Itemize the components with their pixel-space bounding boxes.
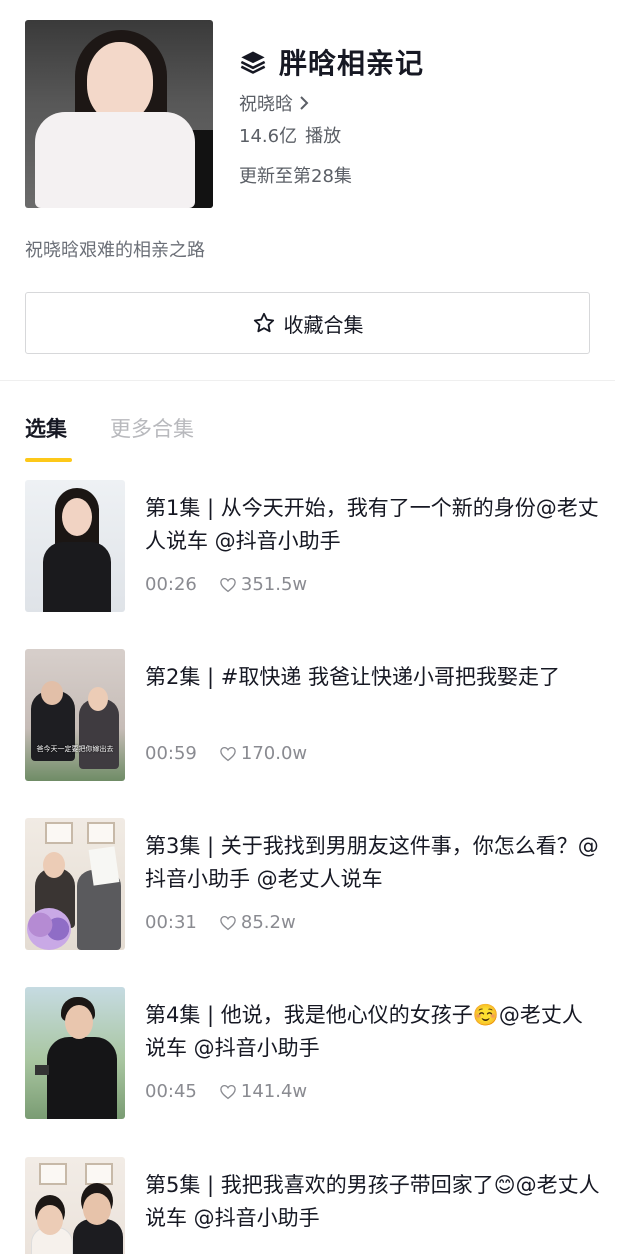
episode-thumbnail: 爸今天一定要把你嫁出去: [25, 649, 125, 781]
play-count-label: 播放: [305, 126, 342, 147]
layers-icon: [240, 51, 266, 74]
series-cover-image: [25, 20, 213, 208]
favorite-collection-label: 收藏合集: [283, 312, 364, 337]
series-description: 祝晓晗艰难的相亲之路: [25, 240, 205, 261]
episode-meta: 00:26 351.5w: [145, 574, 307, 595]
episode-like-count: 170.0w: [240, 743, 308, 764]
episode-meta: 00:31 85.2w: [145, 912, 296, 933]
episode-title: 第3集 | 关于我找到男朋友这件事，你怎么看？@抖音小助手 @老丈人说车: [145, 834, 599, 891]
episode-thumbnail: [25, 818, 125, 950]
episode-thumbnail: [25, 987, 125, 1119]
active-tab-indicator: [25, 458, 72, 462]
episode-item[interactable]: 第4集 | 他说，我是他心仪的女孩子☺️@老丈人说车 @抖音小助手 00:45 …: [25, 987, 615, 1119]
chevron-right-icon: [300, 96, 309, 110]
episode-title: 第4集 | 他说，我是他心仪的女孩子☺️@老丈人说车 @抖音小助手: [145, 1003, 583, 1060]
episode-meta: 00:59 170.0w: [145, 743, 307, 764]
episode-item[interactable]: 第5集 | 我把我喜欢的男孩子带回家了😊@老丈人说车 @抖音小助手: [25, 1157, 615, 1254]
author-link[interactable]: 祝晓晗: [239, 90, 309, 116]
update-status: 更新至第28集: [239, 166, 352, 187]
tab-episodes[interactable]: 选集: [25, 413, 67, 443]
episode-duration: 00:26: [145, 574, 197, 595]
episode-item[interactable]: 爸今天一定要把你嫁出去 第2集 | #取快递 我爸让快递小哥把我娶走了 00:5…: [25, 649, 615, 781]
episode-meta: 00:45 141.4w: [145, 1081, 307, 1102]
episode-item[interactable]: 第1集 | 从今天开始，我有了一个新的身份@老丈人说车 @抖音小助手 00:26…: [25, 480, 615, 612]
tab-more-collections[interactable]: 更多合集: [110, 413, 194, 443]
favorite-collection-button[interactable]: 收藏合集: [25, 292, 590, 354]
play-count: 14.6亿 播放: [239, 122, 341, 148]
episode-likes: 141.4w: [219, 1081, 307, 1102]
play-count-value: 14.6亿: [239, 126, 298, 147]
episode-title: 第2集 | #取快递 我爸让快递小哥把我娶走了: [145, 665, 561, 689]
episode-likes: 85.2w: [219, 912, 296, 933]
heart-icon: [220, 577, 236, 592]
episode-title: 第5集 | 我把我喜欢的男孩子带回家了😊@老丈人说车 @抖音小助手: [145, 1173, 600, 1230]
episode-thumbnail: [25, 480, 125, 612]
author-name: 祝晓晗: [239, 94, 293, 115]
heart-icon: [220, 915, 236, 930]
episode-likes: 170.0w: [219, 743, 307, 764]
heart-icon: [220, 1084, 236, 1099]
episode-like-count: 85.2w: [240, 912, 296, 933]
section-divider: [0, 380, 615, 381]
episode-like-count: 141.4w: [240, 1081, 308, 1102]
series-title-row: 胖晗相亲记: [239, 42, 424, 82]
episode-item[interactable]: 第3集 | 关于我找到男朋友这件事，你怎么看？@抖音小助手 @老丈人说车 00:…: [25, 818, 615, 950]
thumbnail-caption: 爸今天一定要把你嫁出去: [36, 745, 114, 753]
episode-likes: 351.5w: [219, 574, 307, 595]
series-title: 胖晗相亲记: [279, 47, 425, 80]
heart-icon: [220, 746, 236, 761]
episode-duration: 00:59: [145, 743, 197, 764]
episode-thumbnail: [25, 1157, 125, 1254]
episode-like-count: 351.5w: [240, 574, 308, 595]
episode-duration: 00:45: [145, 1081, 197, 1102]
episode-duration: 00:31: [145, 912, 197, 933]
star-icon: [253, 312, 274, 333]
episode-title: 第1集 | 从今天开始，我有了一个新的身份@老丈人说车 @抖音小助手: [145, 496, 599, 553]
